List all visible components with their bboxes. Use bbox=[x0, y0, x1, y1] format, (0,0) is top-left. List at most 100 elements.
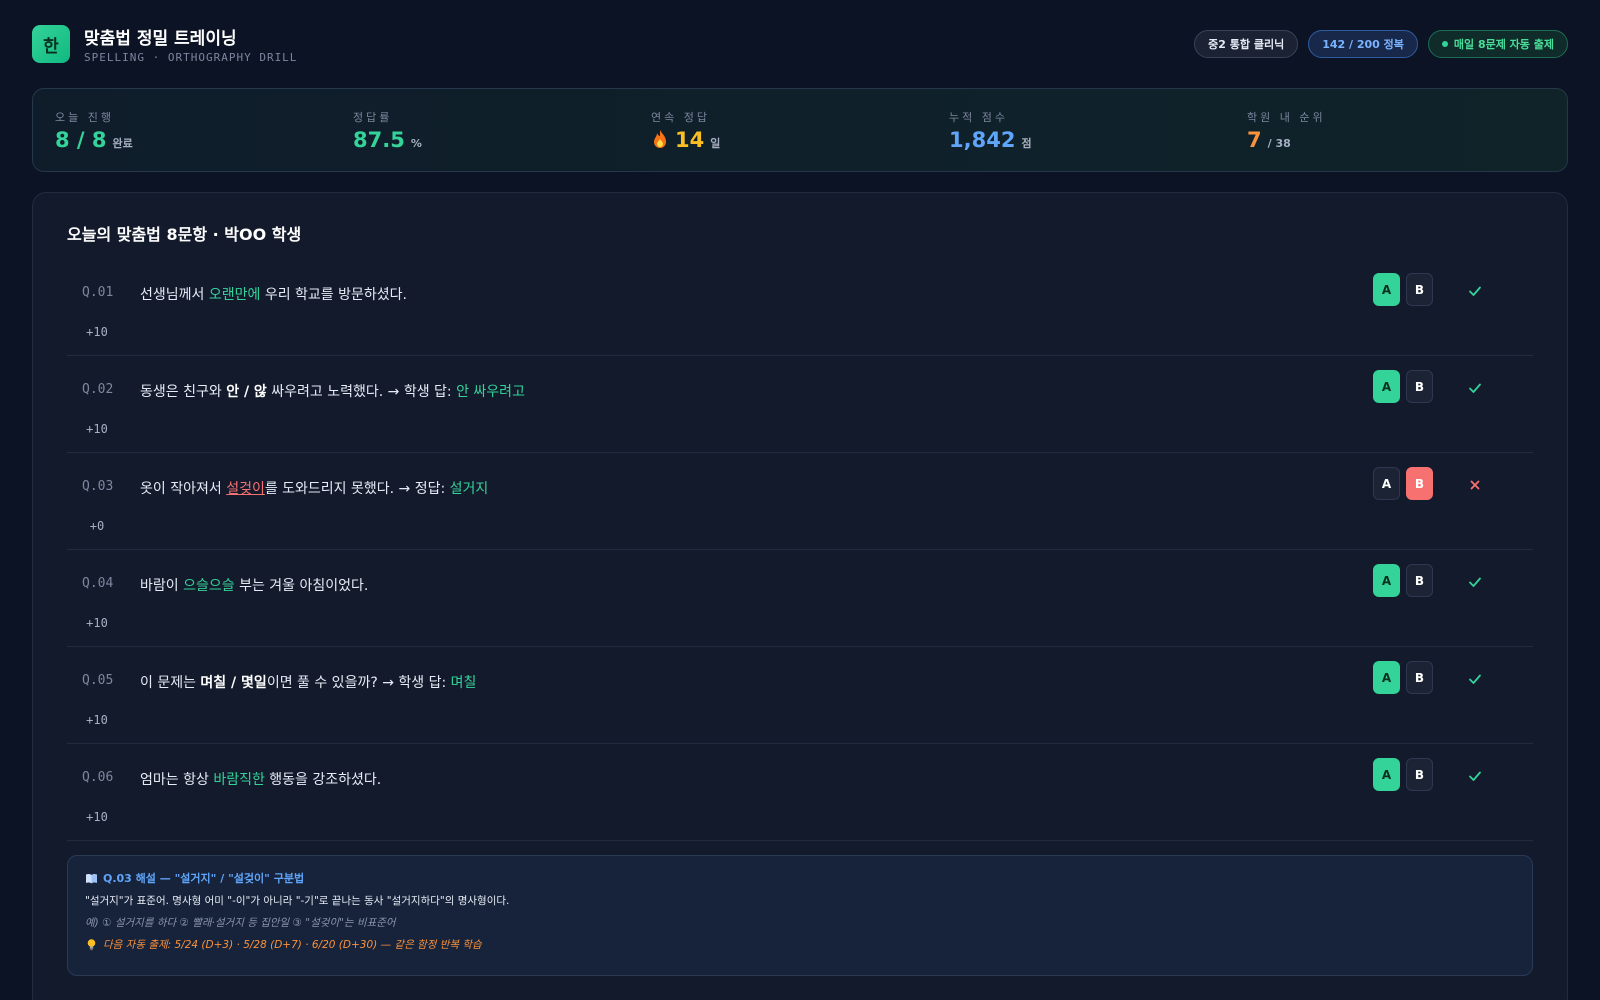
question-points: +10 bbox=[86, 810, 108, 824]
answer-options: A B bbox=[1373, 758, 1433, 791]
check-icon bbox=[1469, 674, 1481, 684]
target-word: 오랜만에 bbox=[208, 287, 261, 303]
question-number: Q.05 bbox=[82, 673, 114, 688]
check-icon bbox=[1469, 771, 1481, 781]
check-icon bbox=[1469, 383, 1481, 393]
option-a-button[interactable]: A bbox=[1373, 661, 1400, 694]
stat-unit: / 38 bbox=[1267, 136, 1291, 150]
student-answer: 며칠 bbox=[450, 675, 477, 691]
check-icon bbox=[1469, 286, 1481, 296]
stat-value: 87.5 bbox=[353, 127, 405, 152]
next-schedule: 다음 자동 출제: 5/24 (D+3) · 5/28 (D+7) · 6/20… bbox=[103, 939, 482, 951]
stat-accuracy: 정답률 87.5 % bbox=[353, 89, 651, 171]
stat-unit: 완료 bbox=[112, 136, 133, 150]
option-a-button[interactable]: A bbox=[1373, 758, 1400, 791]
target-word: 안 / 않 bbox=[226, 384, 267, 400]
stat-label: 오늘 진행 bbox=[55, 110, 114, 124]
question-points: +0 bbox=[89, 519, 105, 533]
stat-rank: 학원 내 순위 7 / 38 bbox=[1247, 89, 1545, 171]
question-text: 엄마는 항상 바람직한 행동을 강조하셨다. bbox=[140, 772, 382, 788]
stat-unit: 일 bbox=[710, 136, 721, 150]
student-answer: 안 싸우려고 bbox=[456, 384, 525, 400]
progress-badge[interactable]: 142 / 200 정복 bbox=[1308, 30, 1418, 58]
header: 한 맞춤법 정밀 트레이닝 SPELLING · ORTHOGRAPHY DRI… bbox=[32, 0, 1568, 88]
stat-value: 8 / 8 bbox=[55, 127, 107, 152]
quiz-card: 오늘의 맞춤법 8문항 · 박OO 학생 Q.01 선생님께서 오랜만에 우리 … bbox=[32, 192, 1568, 1000]
status-dot-icon bbox=[1441, 41, 1448, 47]
option-a-button[interactable]: A bbox=[1373, 564, 1400, 597]
question-row: Q.02 동생은 친구와 안 / 않 싸우려고 노력했다. → 학생 답: 안 … bbox=[67, 356, 1533, 453]
question-text: 옷이 작아져서 설겆이를 도와드리지 못했다. → 정답: 설거지 bbox=[140, 481, 489, 497]
question-number: Q.01 bbox=[82, 285, 114, 300]
question-row: Q.05 이 문제는 며칠 / 몇일이면 풀 수 있을까? → 학생 답: 며칠… bbox=[67, 647, 1533, 744]
brand: 한 맞춤법 정밀 트레이닝 SPELLING · ORTHOGRAPHY DRI… bbox=[32, 24, 297, 64]
question-text: 동생은 친구와 안 / 않 싸우려고 노력했다. → 학생 답: 안 싸우려고 bbox=[140, 384, 525, 400]
option-a-button[interactable]: A bbox=[1373, 467, 1400, 500]
stat-label: 연속 정답 bbox=[651, 110, 710, 124]
question-points: +10 bbox=[86, 713, 108, 727]
stat-label: 학원 내 순위 bbox=[1247, 110, 1326, 124]
lightbulb-icon bbox=[87, 939, 96, 951]
target-word: 며칠 / 몇일 bbox=[200, 675, 267, 691]
stat-label: 누적 점수 bbox=[949, 110, 1008, 124]
option-a-button[interactable]: A bbox=[1373, 370, 1400, 403]
explanation-body: "설거지"가 표준어. 명사형 어미 "-이"가 아니라 "-기"로 끝나는 동… bbox=[85, 895, 510, 907]
question-row: Q.06 엄마는 항상 바람직한 행동을 강조하셨다. A B +10 bbox=[67, 744, 1533, 841]
option-b-button[interactable]: B bbox=[1406, 758, 1433, 791]
explanation-panel: Q.03 해설 — "설거지" / "설겆이" 구분법 "설거지"가 표준어. … bbox=[67, 855, 1533, 976]
quiz-title: 오늘의 맞춤법 8문항 · 박OO 학생 bbox=[67, 225, 302, 244]
option-b-button[interactable]: B bbox=[1406, 273, 1433, 306]
check-icon bbox=[1469, 577, 1481, 587]
clinic-badge[interactable]: 중2 통합 클리닉 bbox=[1194, 30, 1299, 58]
target-word: 으슬으슬 bbox=[183, 578, 235, 594]
header-pills: 중2 통합 클리닉 142 / 200 정복 매일 8문제 자동 출제 bbox=[1194, 30, 1568, 58]
stat-value: 7 bbox=[1247, 127, 1262, 152]
option-b-button[interactable]: B bbox=[1406, 564, 1433, 597]
stat-unit: % bbox=[410, 136, 422, 150]
option-a-button[interactable]: A bbox=[1373, 273, 1400, 306]
answer-options: A B bbox=[1373, 661, 1433, 694]
question-text: 선생님께서 오랜만에 우리 학교를 방문하셨다. bbox=[140, 287, 407, 303]
question-row: Q.01 선생님께서 오랜만에 우리 학교를 방문하셨다. A B +10 bbox=[67, 259, 1533, 356]
answer-options: A B bbox=[1373, 564, 1433, 597]
stat-streak: 연속 정답 14 일 bbox=[651, 89, 949, 171]
app: 한 맞춤법 정밀 트레이닝 SPELLING · ORTHOGRAPHY DRI… bbox=[0, 0, 1600, 1000]
question-points: +10 bbox=[86, 616, 108, 630]
fire-icon bbox=[654, 129, 666, 148]
app-subtitle: SPELLING · ORTHOGRAPHY DRILL bbox=[84, 51, 298, 64]
question-points: +10 bbox=[86, 325, 108, 339]
question-number: Q.04 bbox=[82, 576, 114, 591]
stat-value: 1,842 bbox=[949, 127, 1016, 152]
question-text: 바람이 으슬으슬 부는 겨울 아침이었다. bbox=[140, 578, 369, 594]
stat-value: 14 bbox=[675, 127, 705, 152]
stat-unit: 점 bbox=[1021, 136, 1032, 150]
question-number: Q.02 bbox=[82, 382, 114, 397]
auto-quiz-badge[interactable]: 매일 8문제 자동 출제 bbox=[1427, 30, 1568, 58]
app-logo: 한 bbox=[32, 25, 70, 63]
answer-options: A B bbox=[1373, 273, 1433, 306]
book-icon bbox=[86, 873, 97, 883]
question-text: 이 문제는 며칠 / 몇일이면 풀 수 있을까? → 학생 답: 며칠 bbox=[140, 675, 477, 691]
answer-options: A B bbox=[1373, 467, 1433, 500]
stat-total-score: 누적 점수 1,842 점 bbox=[949, 89, 1247, 171]
explanation-example: 예) ① 설거지를 하다 ② 빨래·설거지 등 집안일 ③ "설겆이"는 비표준… bbox=[85, 917, 396, 929]
question-number: Q.06 bbox=[82, 770, 114, 785]
wrong-word: 설겆이 bbox=[226, 481, 265, 497]
answer-options: A B bbox=[1373, 370, 1433, 403]
correct-answer: 설거지 bbox=[449, 481, 489, 497]
question-number: Q.03 bbox=[82, 479, 114, 494]
explanation-title: Q.03 해설 — "설거지" / "설겆이" 구분법 bbox=[103, 872, 305, 885]
app-title: 맞춤법 정밀 트레이닝 bbox=[84, 29, 237, 49]
option-b-button[interactable]: B bbox=[1406, 661, 1433, 694]
question-points: +10 bbox=[86, 422, 108, 436]
stat-label: 정답률 bbox=[353, 110, 393, 124]
x-icon bbox=[1470, 480, 1480, 490]
auto-quiz-label: 매일 8문제 자동 출제 bbox=[1453, 38, 1554, 51]
option-b-button[interactable]: B bbox=[1406, 467, 1433, 500]
option-b-button[interactable]: B bbox=[1406, 370, 1433, 403]
target-word: 바람직한 bbox=[213, 772, 265, 788]
stat-today: 오늘 진행 8 / 8 완료 bbox=[55, 89, 353, 171]
question-row: Q.04 바람이 으슬으슬 부는 겨울 아침이었다. A B +10 bbox=[67, 550, 1533, 647]
stats-bar: 오늘 진행 8 / 8 완료 정답률 87.5 % 연속 정답 14 일 누적 … bbox=[32, 88, 1568, 172]
question-row: Q.03 옷이 작아져서 설겆이를 도와드리지 못했다. → 정답: 설거지 A… bbox=[67, 453, 1533, 550]
